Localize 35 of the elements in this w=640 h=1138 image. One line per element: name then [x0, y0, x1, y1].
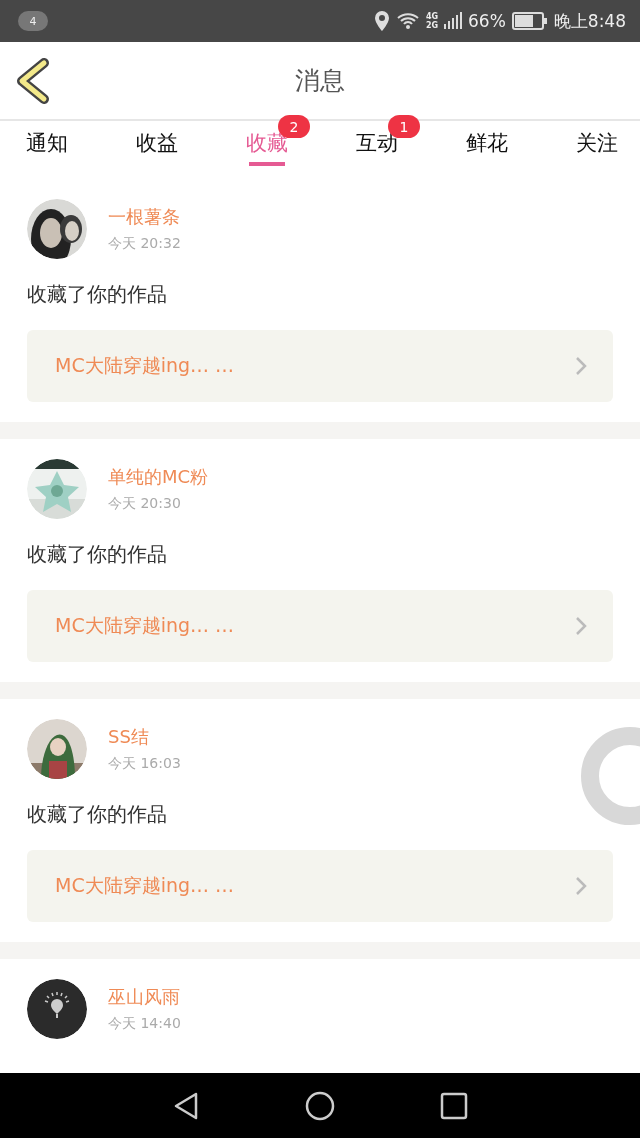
- user-name[interactable]: 巫山风雨: [108, 985, 181, 1009]
- home-nav-button[interactable]: [305, 1090, 335, 1121]
- location-icon: [373, 10, 390, 32]
- work-link[interactable]: MC大陆穿越ing… …: [27, 850, 613, 922]
- tab[interactable]: 关注: [564, 121, 630, 179]
- work-link[interactable]: MC大陆穿越ing… …: [27, 590, 613, 662]
- network-label: 4G: [425, 12, 438, 21]
- message-text: 收藏了你的作品: [27, 541, 168, 568]
- recents-nav-button[interactable]: [440, 1091, 468, 1120]
- message-text: 收藏了你的作品: [27, 281, 168, 308]
- message-text: 收藏了你的作品: [27, 801, 168, 828]
- post-time: 今天 20:30: [108, 495, 182, 513]
- chevron-right-icon: [575, 356, 587, 376]
- back-button[interactable]: [14, 58, 50, 104]
- back-nav-button[interactable]: [172, 1090, 200, 1121]
- post-time: 今天 14:40: [108, 1015, 181, 1033]
- notification-badge: 4: [18, 11, 48, 31]
- work-link[interactable]: MC大陆穿越ing… …: [27, 330, 613, 402]
- user-name[interactable]: 单纯的MC粉: [108, 465, 209, 489]
- page-title: 消息: [295, 65, 345, 97]
- tab[interactable]: 收益: [124, 121, 190, 179]
- battery-percent: 66%: [468, 11, 506, 31]
- chevron-right-icon: [575, 616, 587, 636]
- tab[interactable]: 鲜花: [454, 121, 520, 179]
- chevron-right-icon: [575, 876, 587, 896]
- post-time: 今天 20:32: [108, 235, 181, 253]
- battery-icon: [511, 12, 548, 30]
- user-name[interactable]: SS结: [108, 725, 181, 749]
- wifi-icon: [395, 12, 420, 30]
- tab[interactable]: 通知: [14, 121, 80, 179]
- post-time: 今天 16:03: [108, 755, 181, 773]
- signal-icon: [444, 12, 462, 30]
- user-name[interactable]: 一根薯条: [108, 205, 181, 229]
- clock-time: 晚上8:48: [553, 9, 626, 33]
- network-label: 2G: [425, 21, 438, 30]
